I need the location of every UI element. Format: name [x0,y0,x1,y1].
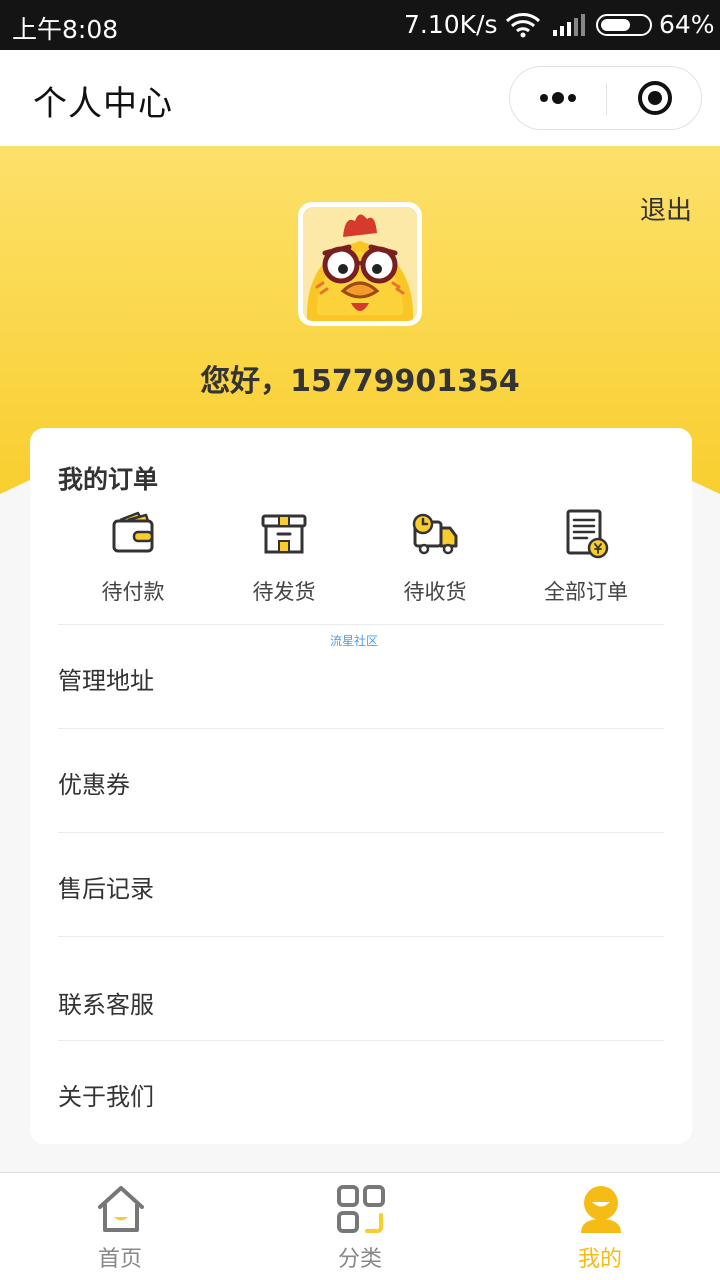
menu-item-address[interactable]: 管理地址 [58,624,664,728]
network-speed: 7.10K/s [404,10,498,39]
tab-home-label: 首页 [97,1247,142,1272]
category-icon [337,1185,385,1233]
more-button[interactable] [510,67,606,129]
cell-signal-icon [551,14,585,44]
order-all-orders-label: 全部订单 [544,580,628,604]
menu-item-about-us[interactable]: 关于我们 [58,1040,664,1144]
order-pending-shipment-label: 待发货 [252,580,316,604]
profile-card: 我的订单 待付款 待发货 待收货 全部订单 流星社区 管理地址 优惠券 售后记录… [30,428,692,1144]
orders-section-title: 我的订单 [58,465,159,494]
battery-percent: 64% [659,10,715,39]
menu-item-after-sales[interactable]: 售后记录 [58,832,664,936]
menu-item-coupons-label: 优惠券 [58,771,130,799]
menu-item-after-sales-label: 售后记录 [58,875,154,903]
menu-item-coupons[interactable]: 优惠券 [58,728,664,832]
page-title: 个人中心 [33,84,173,124]
menu-item-customer-service-label: 联系客服 [58,991,154,1019]
status-time: 上午8:08 [12,15,119,44]
order-pending-payment[interactable]: 待付款 [58,508,208,608]
tab-profile-label: 我的 [577,1247,622,1272]
nav-bar: 个人中心 [0,50,720,146]
menu-item-about-us-label: 关于我们 [58,1083,154,1111]
tab-category-label: 分类 [337,1247,382,1272]
mini-program-capsule [509,66,702,130]
package-box-icon [261,514,307,554]
delivery-truck-icon [412,513,458,555]
status-bar: 上午8:08 7.10K/s 64% [0,0,720,50]
wifi-icon [505,12,541,44]
home-icon [98,1186,144,1232]
close-circle-icon [637,81,672,115]
order-pending-shipment[interactable]: 待发货 [209,508,359,608]
tab-home[interactable]: 首页 [0,1173,240,1280]
menu-item-customer-service[interactable]: 联系客服 [58,936,664,1040]
tab-profile[interactable]: 我的 [480,1173,720,1280]
order-pending-receipt[interactable]: 待收货 [360,508,510,608]
avatar[interactable] [298,202,422,326]
greeting-text: 您好，15779901354 [200,364,520,399]
rooster-avatar-image [303,207,417,321]
logout-button[interactable]: 退出 [640,190,692,227]
order-pending-receipt-label: 待收货 [403,580,467,604]
order-pending-payment-label: 待付款 [101,580,165,604]
close-button[interactable] [607,67,702,129]
tab-category[interactable]: 分类 [240,1173,480,1280]
profile-icon [581,1186,621,1233]
more-dots-icon [540,92,576,104]
order-list-icon [566,509,609,559]
order-all-orders[interactable]: 全部订单 [511,508,661,608]
menu-item-address-label: 管理地址 [58,667,154,695]
battery-icon [596,14,652,36]
tab-bar: 首页 分类 我的 [0,1172,720,1280]
wallet-icon [112,511,154,553]
